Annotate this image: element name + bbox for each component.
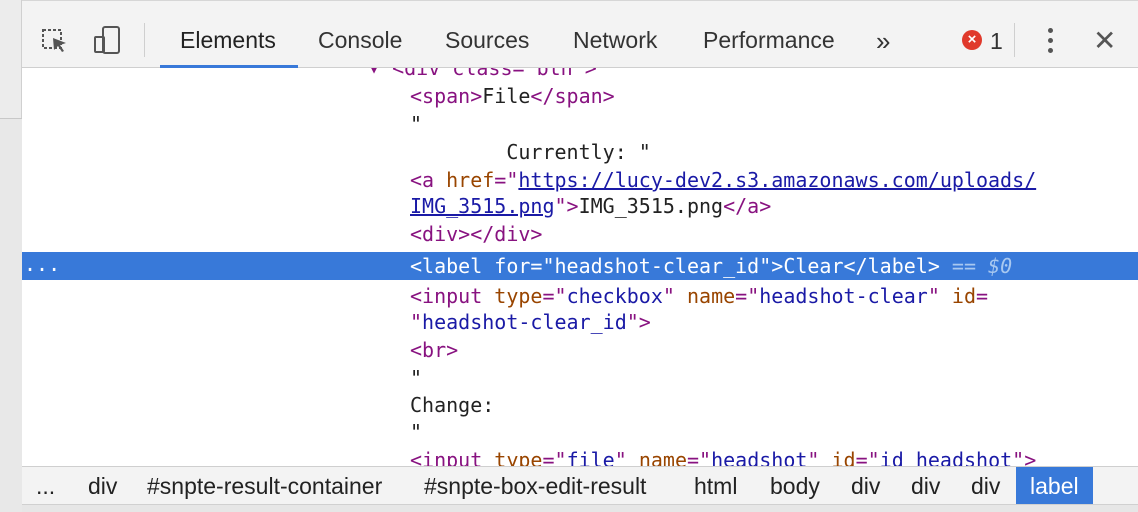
tree-line-span[interactable]: <span>File</span>	[410, 82, 615, 110]
error-icon[interactable]: ×	[962, 30, 982, 50]
tree-line-div-btn[interactable]: ▾ <div class="btn">	[368, 68, 597, 82]
tree-line-change[interactable]: Change:	[410, 391, 494, 419]
close-icon[interactable]: ✕	[1093, 24, 1116, 57]
tree-line-anchor-cont[interactable]: IMG_3515.png">IMG_3515.png</a>	[410, 192, 771, 220]
tree-line-div-empty[interactable]: <div></div>	[410, 220, 542, 248]
breadcrumb-item[interactable]: #snpte-result-container	[147, 467, 382, 505]
tree-line-anchor[interactable]: <a href="https://lucy-dev2.s3.amazonaws.…	[410, 166, 1036, 194]
tree-line-text-quote-3[interactable]: "	[410, 418, 422, 446]
tree-line-br[interactable]: <br>	[410, 336, 458, 364]
breadcrumb-item[interactable]: div	[851, 467, 880, 505]
selected-tree-row[interactable]: ... <label for="headshot-clear_id">Clear…	[22, 252, 1138, 280]
row-menu-dots[interactable]: ...	[24, 252, 60, 280]
more-options-icon[interactable]	[1046, 28, 1054, 56]
breadcrumb-item-active[interactable]: label	[1016, 467, 1093, 505]
tab-console[interactable]: Console	[318, 27, 402, 54]
breadcrumb-item[interactable]: #snpte-box-edit-result	[424, 467, 646, 505]
toolbar-separator	[144, 23, 145, 57]
tree-line-input-file[interactable]: <input type="file" name="headshot" id="i…	[410, 446, 1036, 466]
inspect-element-icon[interactable]	[40, 25, 70, 55]
breadcrumb-item[interactable]: body	[770, 467, 820, 505]
left-edge-strip	[0, 0, 22, 512]
tree-line-label[interactable]: <label for="headshot-clear_id">Clear</la…	[410, 252, 1012, 280]
error-count[interactable]: 1	[990, 28, 1003, 55]
bottom-edge	[22, 504, 1138, 512]
left-edge-band	[0, 118, 22, 512]
tab-elements[interactable]: Elements	[180, 27, 276, 54]
tree-line-input-checkbox-cont[interactable]: "headshot-clear_id">	[410, 308, 651, 336]
breadcrumb-item[interactable]: div	[971, 467, 1000, 505]
devtools-toolbar: Elements Console Sources Network Perform…	[22, 0, 1138, 68]
breadcrumb-item[interactable]: html	[694, 467, 737, 505]
dom-tree[interactable]: ▾ <div class="btn"> <span>File</span> " …	[22, 68, 1138, 466]
tree-line-text-quote[interactable]: "	[410, 110, 422, 138]
breadcrumb: ... div #snpte-result-container #snpte-b…	[22, 466, 1138, 505]
tab-sources[interactable]: Sources	[445, 27, 529, 54]
more-tabs-button[interactable]: »	[876, 26, 890, 57]
tab-network[interactable]: Network	[573, 27, 657, 54]
upload-link-cont[interactable]: IMG_3515.png	[410, 194, 555, 218]
breadcrumb-ellipsis[interactable]: ...	[36, 467, 55, 505]
tree-line-input-checkbox[interactable]: <input type="checkbox" name="headshot-cl…	[410, 282, 988, 310]
tree-line-currently[interactable]: Currently: "	[410, 138, 651, 166]
device-toolbar-icon[interactable]	[92, 25, 122, 55]
tab-performance[interactable]: Performance	[703, 27, 835, 54]
tree-line-text-quote-2[interactable]: "	[410, 364, 422, 392]
upload-link[interactable]: https://lucy-dev2.s3.amazonaws.com/uploa…	[518, 168, 1036, 192]
toolbar-separator	[1014, 23, 1015, 57]
breadcrumb-item[interactable]: div	[88, 467, 117, 505]
breadcrumb-item[interactable]: div	[911, 467, 940, 505]
